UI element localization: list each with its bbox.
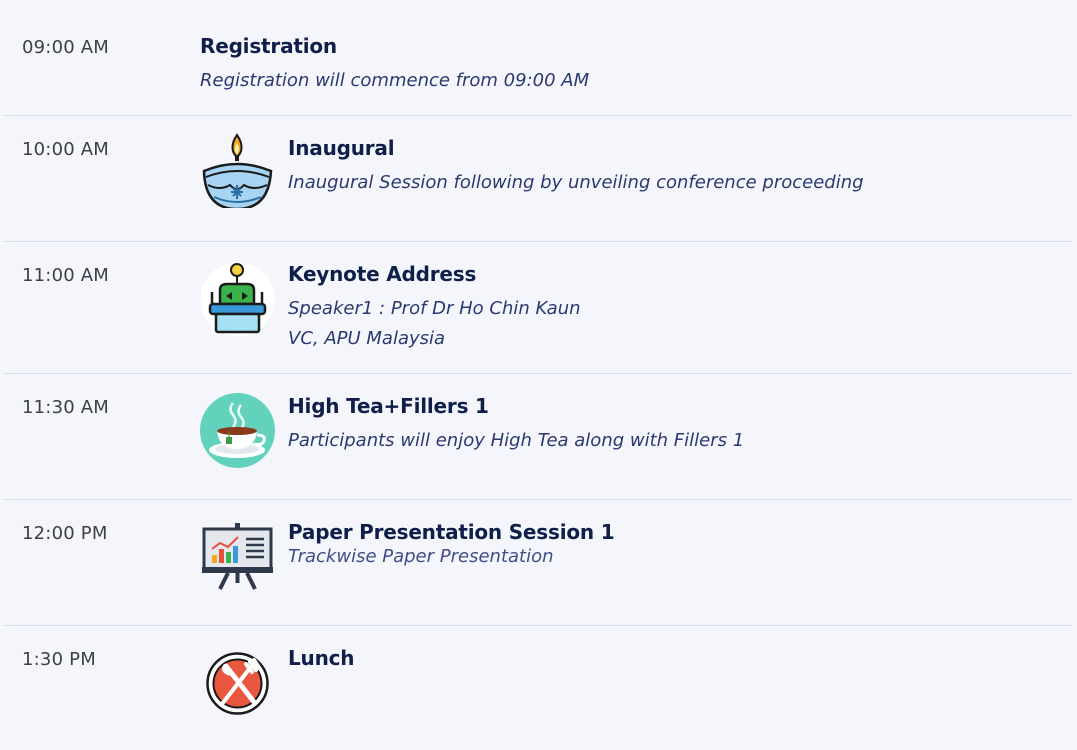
diya-lamp-icon	[200, 133, 275, 208]
time-label: 11:00 AM	[22, 265, 110, 286]
presentation-board-icon	[200, 519, 275, 594]
speaker-podium-icon	[200, 262, 275, 337]
event-schedule: 09:00 AM Registration Registration will …	[0, 0, 1077, 750]
tea-cup-icon	[200, 393, 275, 468]
schedule-row-paper-presentation: 12:00 PM Paper Presentation Session 1 Tr…	[3, 500, 1072, 626]
schedule-row-inaugural: 10:00 AM Inaugural Inaugural Session fol…	[3, 116, 1072, 242]
schedule-row-high-tea: 11:30 AM High Tea+Fillers 1 Participants…	[3, 374, 1072, 500]
schedule-row-keynote: 11:00 AM Keynote Address Speaker1 : Prof…	[3, 242, 1072, 374]
event-description: Trackwise Paper Presentation	[288, 546, 554, 567]
plate-cutlery-icon	[200, 646, 275, 721]
event-title: Paper Presentation Session 1	[288, 520, 615, 544]
schedule-row-lunch: 1:30 PM Lunch	[3, 626, 1072, 750]
time-label: 1:30 PM	[22, 649, 96, 670]
event-title: Keynote Address	[288, 262, 477, 286]
time-label: 10:00 AM	[22, 139, 110, 160]
time-label: 11:30 AM	[22, 397, 110, 418]
event-description: Registration will commence from 09:00 AM	[200, 70, 590, 91]
schedule-row-registration: 09:00 AM Registration Registration will …	[3, 0, 1072, 116]
event-title: Registration	[200, 34, 337, 58]
event-description: Participants will enjoy High Tea along w…	[288, 430, 745, 451]
event-title: Lunch	[288, 646, 355, 670]
event-description-line2: VC, APU Malaysia	[288, 328, 446, 349]
event-title: High Tea+Fillers 1	[288, 394, 489, 418]
event-title: Inaugural	[288, 136, 395, 160]
time-label: 12:00 PM	[22, 523, 108, 544]
event-description: Inaugural Session following by unveiling…	[288, 172, 864, 193]
time-label: 09:00 AM	[22, 37, 110, 58]
event-description-line1: Speaker1 : Prof Dr Ho Chin Kaun	[288, 298, 581, 319]
